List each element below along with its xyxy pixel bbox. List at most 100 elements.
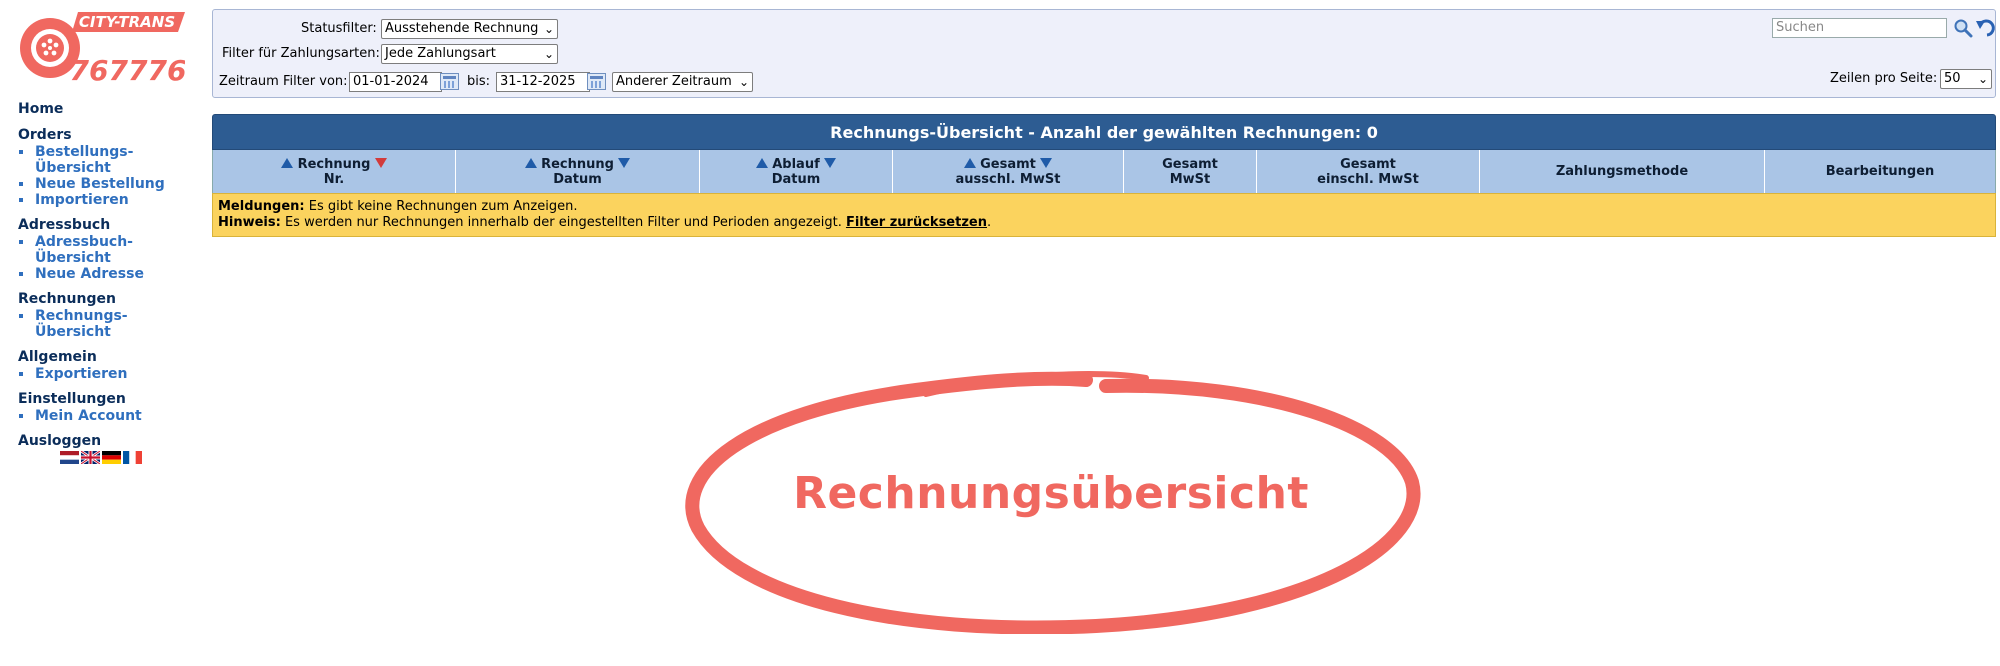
date-to-value: 31-12-2025: [500, 74, 576, 89]
column-due-date[interactable]: Ablauf Datum: [700, 150, 893, 193]
search-input[interactable]: Suchen: [1772, 18, 1947, 38]
calendar-from-icon[interactable]: [440, 73, 459, 90]
nav-section-settings: Einstellungen Mein Account: [18, 391, 203, 424]
sort-ascending-icon[interactable]: [524, 157, 537, 168]
column-label: Gesamt: [980, 156, 1036, 172]
nav-item-invoice-overview[interactable]: Rechnungs-Übersicht: [18, 308, 203, 340]
messages-line: Meldungen: Es gibt keine Rechnungen zum …: [218, 199, 1990, 215]
nav-item-new-order[interactable]: Neue Bestellung: [18, 176, 203, 192]
column-sublabel: Datum: [771, 171, 821, 187]
hint-text: Es werden nur Rechnungen innerhalb der e…: [284, 215, 842, 230]
sort-descending-icon[interactable]: [824, 157, 837, 168]
annotation-callout: Rechnungsübersicht: [676, 364, 1426, 635]
nav-item-my-account[interactable]: Mein Account: [18, 408, 203, 424]
logo-text-bottom: 767776: [70, 54, 185, 87]
flag-de-icon[interactable]: [102, 451, 121, 464]
annotation-label: Rechnungsübersicht: [793, 468, 1309, 519]
column-sublabel: einschl. MwSt: [1317, 171, 1419, 187]
nav-section-home: Home: [18, 101, 203, 118]
flag-en-icon[interactable]: [81, 451, 100, 464]
sidebar: CITY-TRANS 767776 Home Orders Bestellung…: [0, 0, 205, 666]
nav-link-export[interactable]: Exportieren: [35, 366, 128, 382]
flag-nl-icon[interactable]: [60, 451, 79, 464]
nav-heading-general: Allgemein: [18, 349, 97, 365]
status-filter-value: Ausstehende Rechnung: [385, 21, 539, 36]
nav-heading-invoices: Rechnungen: [18, 291, 116, 307]
sort-descending-active-icon[interactable]: [374, 157, 387, 168]
payment-filter-value: Jede Zahlungsart: [385, 46, 496, 61]
period-select[interactable]: Anderer Zeitraum ⌄: [612, 72, 753, 92]
nav-link-order-overview[interactable]: Bestellungs-Übersicht: [35, 144, 133, 176]
hint-line: Hinweis: Es werden nur Rechnungen innerh…: [218, 215, 1990, 231]
nav-heading-orders: Orders: [18, 127, 72, 143]
column-total-excl-vat[interactable]: Gesamt ausschl. MwSt: [893, 150, 1124, 193]
date-from-input[interactable]: 01-01-2024: [349, 72, 442, 92]
rows-per-page-select[interactable]: 50 ⌄: [1940, 69, 1992, 89]
period-to-label: bis:: [467, 74, 491, 89]
nav-link-new-address[interactable]: Neue Adresse: [35, 266, 144, 282]
search-icon[interactable]: [1953, 18, 1973, 38]
chevron-down-icon: ⌄: [543, 22, 554, 36]
chevron-down-icon: ⌄: [543, 47, 554, 61]
column-invoice-date[interactable]: Rechnung Datum: [456, 150, 700, 193]
column-sublabel: MwSt: [1169, 171, 1211, 187]
table-title: Rechnungs-Übersicht - Anzahl der gewählt…: [212, 114, 1996, 150]
nav-item-export[interactable]: Exportieren: [18, 366, 203, 382]
nav-home[interactable]: Home: [18, 101, 203, 118]
rows-per-page-label: Zeilen pro Seite:: [1830, 71, 1938, 86]
nav-link-new-order[interactable]: Neue Bestellung: [35, 176, 165, 192]
messages-text: Es gibt keine Rechnungen zum Anzeigen.: [308, 199, 578, 214]
column-label: Bearbeitungen: [1825, 164, 1935, 179]
sort-descending-icon[interactable]: [1040, 157, 1053, 168]
nav-item-import[interactable]: Importieren: [18, 192, 203, 208]
column-payment-method: Zahlungsmethode: [1480, 150, 1765, 193]
payment-filter-label: Filter für Zahlungsarten:: [222, 46, 380, 61]
nav-link-addressbook-overview[interactable]: Adressbuch-Übersicht: [35, 234, 133, 266]
column-label: Zahlungsmethode: [1555, 164, 1689, 179]
status-filter-label: Statusfilter:: [301, 21, 377, 36]
table-header-row: Rechnung Nr. Rechnung Datum Ablauf Datum…: [212, 150, 1996, 193]
column-invoice-number[interactable]: Rechnung Nr.: [213, 150, 456, 193]
period-from-label: Zeitraum Filter von:: [219, 74, 348, 89]
nav-link-invoice-overview[interactable]: Rechnungs-Übersicht: [35, 308, 128, 340]
payment-filter-select[interactable]: Jede Zahlungsart ⌄: [381, 44, 558, 64]
main-navigation: Home Orders Bestellungs-Übersicht Neue B…: [18, 101, 203, 459]
chevron-down-icon: ⌄: [738, 75, 749, 89]
nav-item-order-overview[interactable]: Bestellungs-Übersicht: [18, 144, 203, 176]
nav-item-addressbook-overview[interactable]: Adressbuch-Übersicht: [18, 234, 203, 266]
language-flags: [60, 451, 142, 464]
column-label: Rechnung: [297, 156, 371, 172]
calendar-to-icon[interactable]: [587, 73, 606, 90]
nav-logout[interactable]: Ausloggen: [18, 433, 203, 450]
period-value: Anderer Zeitraum: [616, 74, 732, 89]
sort-ascending-icon[interactable]: [963, 157, 976, 168]
search-placeholder: Suchen: [1776, 20, 1825, 35]
column-label: Rechnung: [541, 156, 614, 172]
nav-item-new-address[interactable]: Neue Adresse: [18, 266, 203, 282]
column-sublabel: Datum: [553, 171, 602, 187]
flag-fr-icon[interactable]: [123, 451, 142, 464]
sort-descending-icon[interactable]: [618, 157, 631, 168]
nav-section-addressbook: Adressbuch Adressbuch-Übersicht Neue Adr…: [18, 217, 203, 282]
logo-text-top: CITY-TRANS: [79, 13, 175, 31]
date-to-input[interactable]: 31-12-2025: [496, 72, 590, 92]
nav-heading-addressbook: Adressbuch: [18, 217, 111, 233]
date-from-value: 01-01-2024: [353, 74, 429, 89]
reset-undo-icon[interactable]: [1975, 16, 1997, 38]
city-trans-logo[interactable]: CITY-TRANS 767776: [10, 10, 185, 90]
column-sublabel: Nr.: [323, 171, 345, 187]
nav-link-import[interactable]: Importieren: [35, 192, 129, 208]
reset-filter-link[interactable]: Filter zurücksetzen: [846, 215, 987, 230]
status-filter-select[interactable]: Ausstehende Rechnung ⌄: [381, 19, 558, 39]
nav-section-invoices: Rechnungen Rechnungs-Übersicht: [18, 291, 203, 340]
nav-section-logout: Ausloggen: [18, 433, 203, 450]
sort-ascending-icon[interactable]: [755, 157, 768, 168]
column-total-incl-vat: Gesamt einschl. MwSt: [1257, 150, 1480, 193]
nav-heading-settings: Einstellungen: [18, 391, 126, 407]
nav-section-general: Allgemein Exportieren: [18, 349, 203, 382]
nav-link-my-account[interactable]: Mein Account: [35, 408, 142, 424]
column-actions: Bearbeitungen: [1765, 150, 1995, 193]
filter-panel: Statusfilter: Ausstehende Rechnung ⌄ Fil…: [212, 9, 1996, 98]
sort-ascending-icon[interactable]: [281, 157, 294, 168]
column-total-vat: Gesamt MwSt: [1124, 150, 1257, 193]
